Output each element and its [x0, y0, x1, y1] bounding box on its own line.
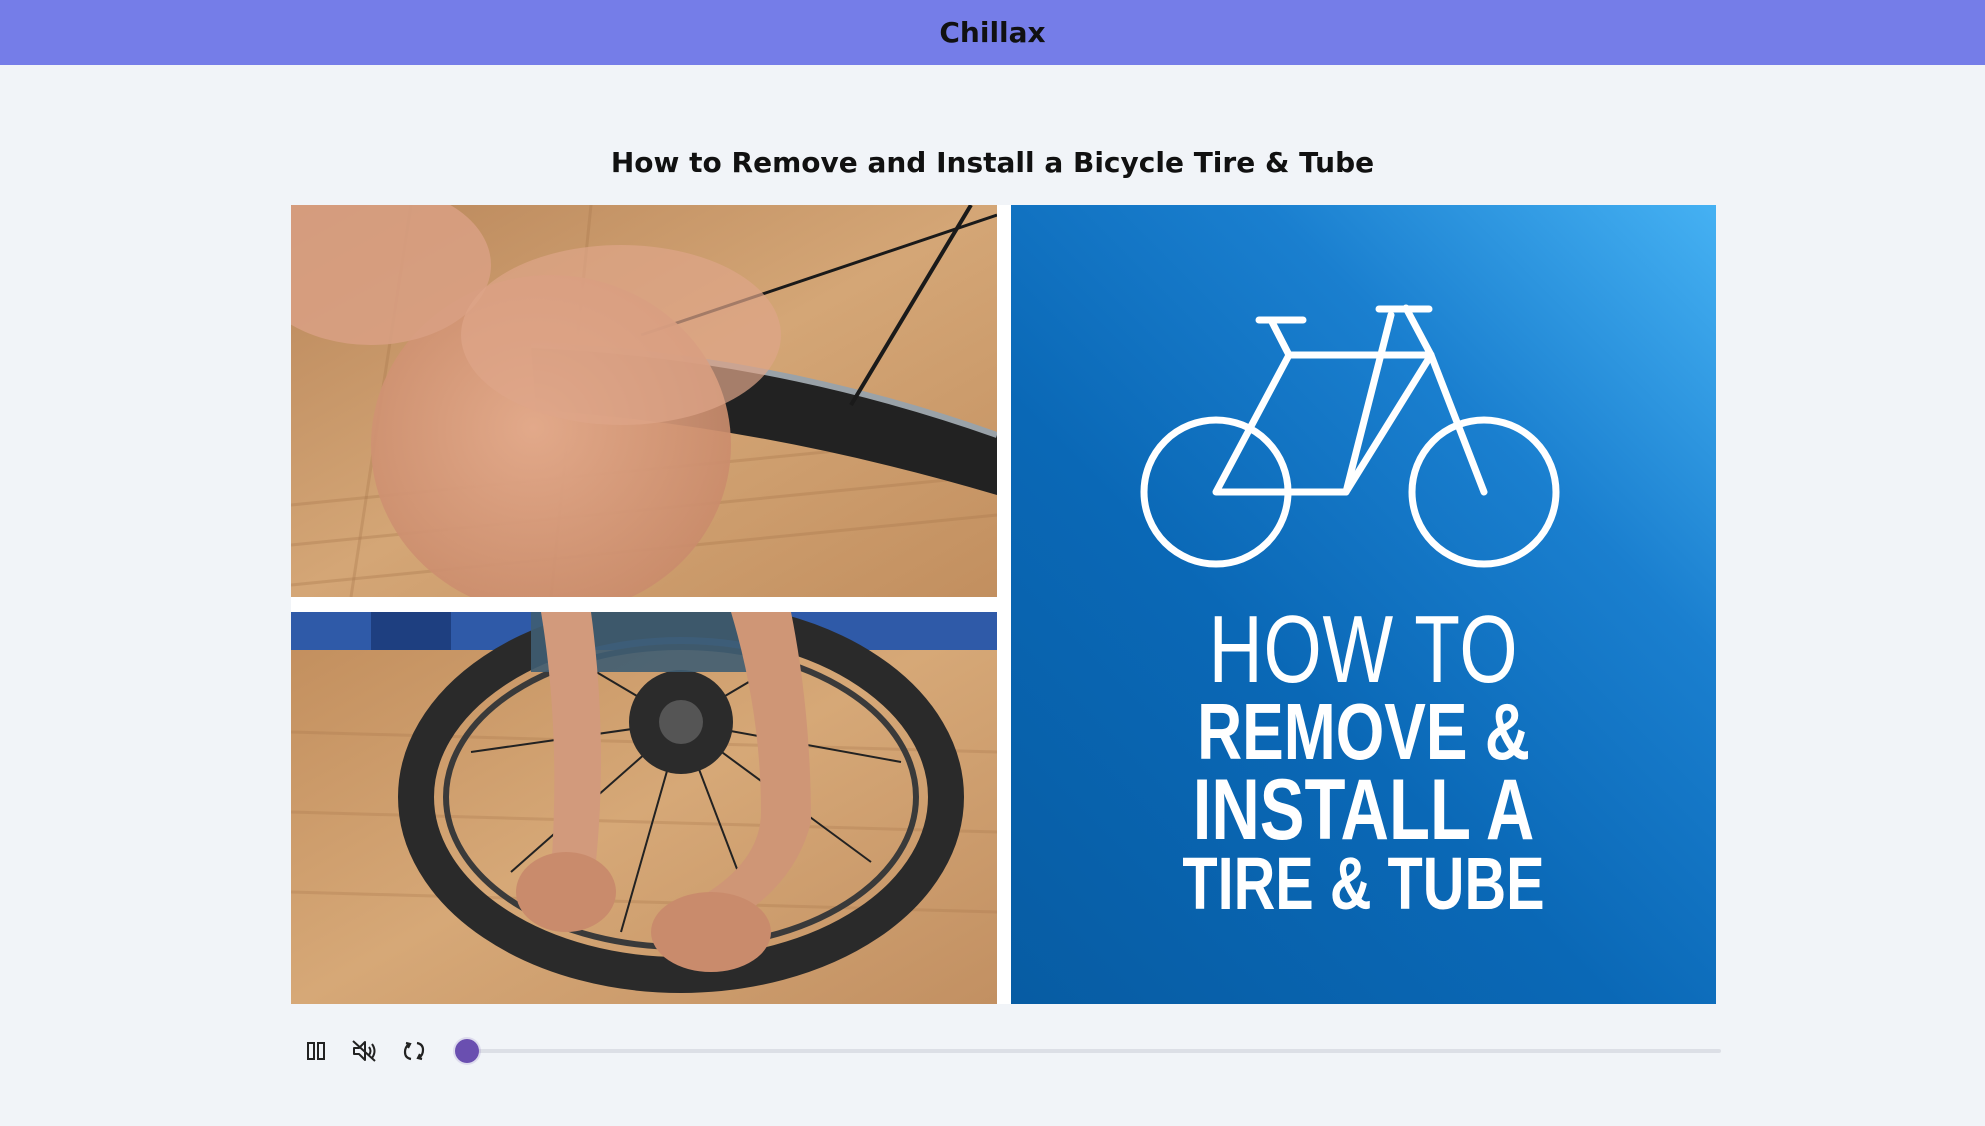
- video-player[interactable]: HOW TO REMOVE & INSTALL A TIRE & TUBE: [291, 205, 1716, 1004]
- video-frame-tire-closeup: [291, 205, 997, 597]
- progress-thumb[interactable]: [455, 1039, 479, 1063]
- replay-button[interactable]: [397, 1034, 431, 1068]
- pause-button[interactable]: [299, 1034, 333, 1068]
- video-poster: HOW TO REMOVE & INSTALL A TIRE & TUBE: [1011, 205, 1716, 1004]
- app-header: Chillax: [0, 0, 1985, 65]
- mute-button[interactable]: [347, 1034, 381, 1068]
- progress-track[interactable]: [455, 1039, 1721, 1063]
- poster-line-4: TIRE & TUBE: [1182, 842, 1545, 925]
- video-controls: [291, 1028, 1721, 1072]
- replay-icon: [403, 1041, 425, 1061]
- poster-line-3: INSTALL A: [1192, 762, 1535, 858]
- poster-line-1: HOW TO: [1208, 596, 1519, 703]
- video-title: How to Remove and Install a Bicycle Tire…: [610, 146, 1375, 179]
- app-title: Chillax: [939, 16, 1046, 49]
- poster-line-2: REMOVE &: [1197, 687, 1530, 776]
- bicycle-icon: [1140, 304, 1560, 568]
- volume-muted-icon: [352, 1040, 376, 1062]
- pause-icon: [307, 1042, 325, 1060]
- video-frame-wheel-install: [291, 612, 997, 1004]
